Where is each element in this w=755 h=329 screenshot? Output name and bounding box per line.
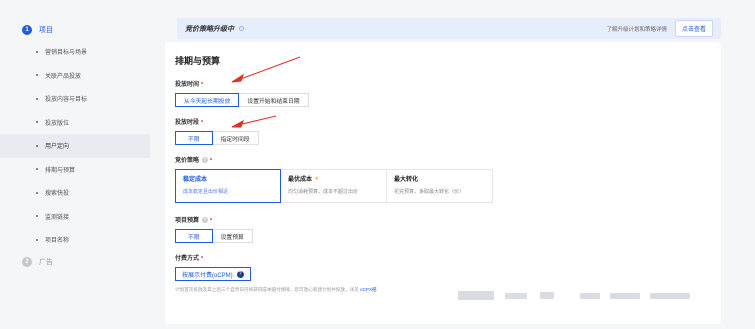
sidebar-item-search[interactable]: 搜索快投	[0, 181, 150, 205]
project-budget-options: 不限 设置预算	[175, 229, 711, 243]
bullet-dot	[36, 191, 38, 194]
field-label-text: 投放时段	[175, 120, 200, 126]
redacted-block	[458, 291, 494, 300]
required-mark: •	[210, 216, 213, 223]
sidebar-item-label: 监测链接	[45, 214, 70, 221]
sidebar-item-label: 项目名称	[45, 238, 70, 245]
payment-button-label: 按展示付费(oCPM)	[182, 272, 233, 279]
field-label-text: 付费方式	[175, 256, 200, 262]
redacted-block	[505, 293, 527, 299]
payment-label: 付费方式 •	[175, 253, 711, 263]
strategy-desc: 均匀消耗预算，成本不超过出价	[288, 189, 359, 195]
sidebar: 1 项目 营销目标与场景 关联产品投放 投放内容与目标 投放版位 用户定向 排期…	[0, 0, 150, 329]
required-mark: •	[201, 254, 204, 261]
view-details-button[interactable]: 点击查看	[674, 20, 713, 37]
strategy-name: 最优成本	[288, 177, 313, 183]
period-specific-option[interactable]: 指定时间段	[212, 131, 259, 145]
help-icon[interactable]: ?	[202, 156, 209, 163]
section-title: 排期与预算	[175, 56, 221, 66]
strategy-name: 最大转化	[394, 177, 419, 183]
banner-status: 竞价策略升级中	[185, 25, 234, 33]
field-label-text: 投放时间	[175, 82, 200, 88]
redacted-block	[650, 293, 690, 299]
bullet-dot	[36, 121, 38, 124]
delivery-period-options: 不限 指定时间段	[175, 131, 711, 145]
sidebar-item-content-target[interactable]: 投放内容与目标	[0, 87, 150, 111]
strategy-stable-cost[interactable]: 稳定成本 成本稳定且出价相近	[175, 169, 281, 203]
bid-strategy-options: 稳定成本 成本稳定且出价相近 最优成本 ♦ 均匀消耗预算，成本不超过出价 最大转化…	[175, 169, 711, 203]
step-number-2: 2	[22, 256, 32, 267]
required-mark: •	[201, 80, 204, 87]
bullet-dot	[36, 50, 38, 53]
bullet-dot	[36, 97, 38, 100]
upgrade-banner: 竞价策略升级中 了解升级计划和策略详情 点击查看	[177, 18, 721, 39]
set-dates-option[interactable]: 设置开始和结束日期	[239, 93, 309, 107]
sidebar-item-targeting[interactable]: 用户定向	[0, 134, 150, 158]
sidebar-item-marketing-goal[interactable]: 营销目标与场景	[0, 40, 150, 64]
sidebar-item-tracking[interactable]: 监测链接	[0, 205, 150, 229]
ocpm-payment-button[interactable]: 按展示付费(oCPM)?	[175, 267, 251, 281]
strategy-name-row: 最优成本 ♦	[288, 174, 379, 184]
ocpx-link[interactable]: oCPX赔	[360, 287, 377, 292]
set-budget-option[interactable]: 设置预算	[212, 229, 253, 243]
redacted-block	[540, 292, 554, 299]
strategy-name: 稳定成本	[183, 177, 208, 183]
sidebar-item-label: 投放版位	[45, 120, 70, 127]
footnote-text: 计划首次投放及其之后三个自然日内将获得成本赔付保障，您可放心新建计划并投放。详见	[175, 287, 359, 292]
step-ad[interactable]: 2 广告	[0, 252, 150, 272]
field-label-text: 项目预算	[175, 218, 200, 224]
delivery-time-label: 投放时间 •	[175, 79, 711, 89]
step-number-1: 1	[22, 25, 32, 35]
sidebar-item-label: 排期与预算	[45, 167, 76, 174]
bullet-dot	[36, 215, 38, 218]
strategy-desc: 成本稳定且出价相近	[183, 189, 229, 195]
strategy-desc: 花完预算，争取最大转化（价）	[394, 189, 465, 195]
bid-strategy-label: 竞价策略? •	[175, 155, 711, 164]
sidebar-item-placement[interactable]: 投放版位	[0, 111, 150, 135]
help-icon[interactable]: ?	[202, 216, 209, 223]
redacted-block	[610, 293, 640, 299]
delivery-period-label: 投放时段 •	[175, 117, 711, 127]
sidebar-item-product[interactable]: 关联产品投放	[0, 64, 150, 88]
schedule-budget-card: 排期与预算 投放时间 • 从今天起长期投放 设置开始和结束日期 投放时段 • 不限 …	[165, 42, 721, 324]
required-mark: •	[210, 156, 213, 163]
budget-unlimited-option[interactable]: 不限	[175, 229, 213, 243]
step-project[interactable]: 1 项目	[0, 20, 150, 40]
delivery-time-options: 从今天起长期投放 设置开始和结束日期	[175, 93, 711, 107]
banner-hint: 了解升级计划和策略详情	[606, 26, 667, 33]
sidebar-item-label: 搜索快投	[45, 191, 70, 198]
field-label-text: 竞价策略	[175, 158, 200, 164]
step-title-ad: 广告	[39, 258, 53, 266]
sidebar-item-label: 营销目标与场景	[45, 50, 88, 57]
redacted-block	[580, 293, 600, 299]
sidebar-item-schedule-budget[interactable]: 排期与预算	[0, 158, 150, 182]
bullet-dot	[36, 74, 38, 77]
bullet-dot	[36, 238, 38, 241]
strategy-max-conversion[interactable]: 最大转化 花完预算，争取最大转化（价）	[387, 169, 493, 203]
project-budget-label: 项目预算? •	[175, 215, 711, 224]
period-unlimited-option[interactable]: 不限	[175, 131, 213, 145]
strategy-optimal-cost[interactable]: 最优成本 ♦ 均匀消耗预算，成本不超过出价	[281, 169, 387, 203]
bullet-dot	[36, 144, 38, 147]
sidebar-item-label: 用户定向	[45, 144, 70, 151]
step-title-project: 项目	[39, 27, 53, 34]
bullet-dot	[36, 168, 38, 171]
help-icon[interactable]: ?	[236, 270, 244, 278]
sidebar-item-project-name[interactable]: 项目名称	[0, 228, 150, 252]
required-mark: •	[201, 118, 204, 125]
lightbulb-icon: ♦	[315, 175, 319, 182]
sidebar-item-label: 投放内容与目标	[45, 97, 88, 104]
loading-icon	[239, 26, 244, 31]
long-term-option[interactable]: 从今天起长期投放	[175, 93, 240, 107]
sidebar-item-label: 关联产品投放	[45, 73, 82, 80]
